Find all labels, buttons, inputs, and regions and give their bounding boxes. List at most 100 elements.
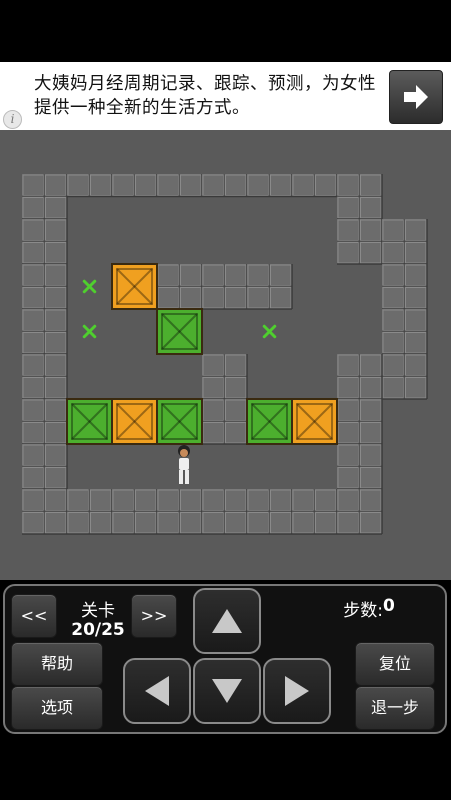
wall-tile <box>359 444 383 468</box>
wall-tile <box>359 241 383 265</box>
arrow-left-icon <box>145 676 169 706</box>
arrow-down-icon <box>212 679 242 703</box>
crate-on-target[interactable] <box>246 398 293 445</box>
wall-tile <box>44 354 68 378</box>
wall-tile <box>179 489 203 513</box>
arrow-right-icon <box>285 676 309 706</box>
wall-tile <box>44 241 68 265</box>
wall-tile <box>44 309 68 333</box>
wall-tile <box>22 354 46 378</box>
wall-tile <box>22 331 46 355</box>
wall-tile <box>314 489 338 513</box>
wall-tile <box>179 511 203 535</box>
wall-tile <box>112 489 136 513</box>
ad-banner[interactable]: 大姨妈月经周期记录、跟踪、预测，为女性提供一种全新的生活方式。 i <box>0 62 451 130</box>
bottom-bar <box>0 738 451 800</box>
wall-tile <box>157 489 181 513</box>
wall-tile <box>22 174 46 198</box>
wall-tile <box>224 511 248 535</box>
wall-tile <box>292 174 316 198</box>
wall-tile <box>134 511 158 535</box>
undo-button[interactable]: 退一步 <box>355 686 435 730</box>
wall-tile <box>44 399 68 423</box>
wall-tile <box>359 174 383 198</box>
wall-tile <box>157 264 181 288</box>
wall-tile <box>404 331 428 355</box>
info-icon[interactable]: i <box>3 110 22 129</box>
wall-tile <box>292 511 316 535</box>
wall-tile <box>337 489 361 513</box>
wall-tile <box>179 286 203 310</box>
wall-tile <box>404 219 428 243</box>
wall-tile <box>67 174 91 198</box>
wall-tile <box>22 466 46 490</box>
wall-tile <box>337 174 361 198</box>
wall-tile <box>67 511 91 535</box>
wall-tile <box>224 376 248 400</box>
crate-on-target[interactable] <box>156 398 203 445</box>
wall-tile <box>224 174 248 198</box>
wall-tile <box>22 421 46 445</box>
wall-tile <box>202 399 226 423</box>
sokoban-board <box>22 174 428 535</box>
wall-tile <box>359 219 383 243</box>
wall-tile <box>157 286 181 310</box>
wall-tile <box>314 174 338 198</box>
wall-tile <box>22 444 46 468</box>
wall-tile <box>382 354 406 378</box>
wall-tile <box>202 286 226 310</box>
target-marker <box>262 324 277 339</box>
wall-tile <box>179 174 203 198</box>
up-button[interactable] <box>193 588 261 654</box>
ad-open-button[interactable] <box>389 70 443 124</box>
wall-tile <box>359 466 383 490</box>
prev-level-button[interactable]: << <box>11 594 57 638</box>
wall-tile <box>269 264 293 288</box>
right-button[interactable] <box>263 658 331 724</box>
left-button[interactable] <box>123 658 191 724</box>
wall-tile <box>247 286 271 310</box>
wall-tile <box>337 376 361 400</box>
player-character <box>178 445 190 484</box>
wall-tile <box>224 354 248 378</box>
wall-tile <box>404 241 428 265</box>
crate[interactable] <box>291 398 338 445</box>
crate-on-target[interactable] <box>66 398 113 445</box>
wall-tile <box>134 174 158 198</box>
target-marker <box>82 279 97 294</box>
crate[interactable] <box>111 398 158 445</box>
wall-tile <box>22 219 46 243</box>
wall-tile <box>44 511 68 535</box>
wall-tile <box>382 219 406 243</box>
wall-tile <box>202 264 226 288</box>
wall-tile <box>359 196 383 220</box>
crate-on-target[interactable] <box>156 308 203 355</box>
wall-tile <box>337 466 361 490</box>
wall-tile <box>22 309 46 333</box>
wall-tile <box>247 174 271 198</box>
wall-tile <box>22 264 46 288</box>
crate[interactable] <box>111 263 158 310</box>
wall-tile <box>22 511 46 535</box>
wall-tile <box>89 511 113 535</box>
options-button[interactable]: 选项 <box>11 686 103 730</box>
down-button[interactable] <box>193 658 261 724</box>
level-label: 关卡 <box>81 601 115 621</box>
wall-tile <box>269 489 293 513</box>
wall-tile <box>202 511 226 535</box>
wall-tile <box>44 444 68 468</box>
wall-tile <box>359 376 383 400</box>
wall-tile <box>202 174 226 198</box>
wall-tile <box>44 286 68 310</box>
ad-text[interactable]: 大姨妈月经周期记录、跟踪、预测，为女性提供一种全新的生活方式。 <box>34 72 384 120</box>
wall-tile <box>44 466 68 490</box>
wall-tile <box>22 241 46 265</box>
reset-button[interactable]: 复位 <box>355 642 435 686</box>
next-level-button[interactable]: >> <box>131 594 177 638</box>
help-button[interactable]: 帮助 <box>11 642 103 686</box>
wall-tile <box>382 331 406 355</box>
arrow-up-icon <box>212 609 242 633</box>
wall-tile <box>359 354 383 378</box>
wall-tile <box>337 444 361 468</box>
wall-tile <box>44 421 68 445</box>
